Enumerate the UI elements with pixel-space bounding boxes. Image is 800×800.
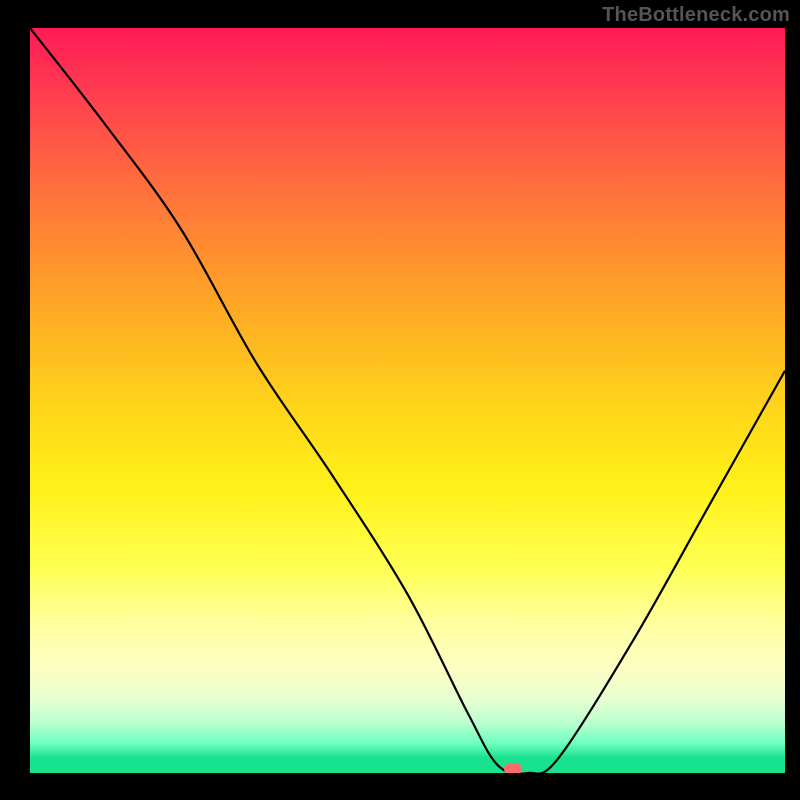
bottleneck-curve: [30, 28, 785, 773]
optimal-marker: [504, 763, 522, 773]
curve-path: [30, 28, 785, 773]
watermark-text: TheBottleneck.com: [602, 4, 790, 27]
chart-stage: TheBottleneck.com: [0, 0, 800, 800]
plot-area: [30, 28, 785, 773]
